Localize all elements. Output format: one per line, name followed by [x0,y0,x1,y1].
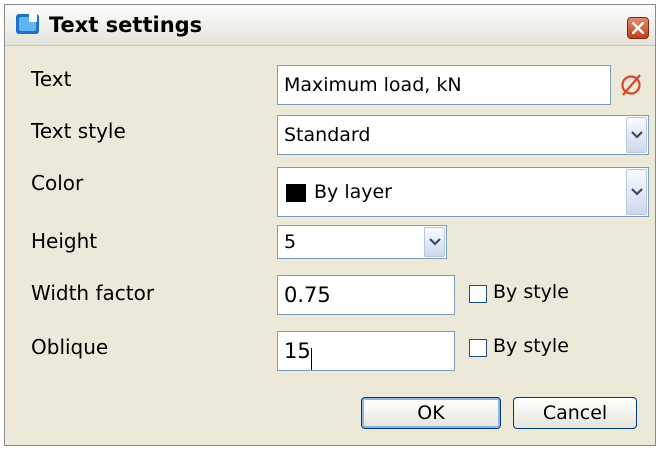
width-factor-label: Width factor [31,281,155,305]
text-cursor [311,348,312,370]
text-input[interactable]: Maximum load, kN [277,65,611,105]
oblique-by-style-checkbox[interactable] [469,339,487,357]
width-factor-by-style-label[interactable]: By style [493,281,569,303]
height-label: Height [31,229,98,253]
text-style-dropdown[interactable]: Standard [277,115,649,155]
color-label: Color [31,171,84,195]
width-factor-input[interactable]: 0.75 [277,275,455,315]
ok-button[interactable]: OK [361,397,501,429]
text-style-dropdown-button[interactable] [626,117,647,153]
oblique-input[interactable]: 15 [277,331,455,371]
color-dropdown-button[interactable] [626,169,647,215]
cancel-button[interactable]: Cancel [513,397,637,429]
text-label: Text [31,67,72,91]
width-factor-by-style-checkbox[interactable] [469,285,487,303]
title-bar[interactable]: Text settings [5,5,655,46]
chevron-down-icon [631,188,643,196]
height-dropdown-button[interactable] [424,227,445,257]
close-button[interactable] [627,17,649,39]
height-dropdown[interactable]: 5 [277,225,447,259]
color-swatch [286,184,306,202]
chevron-down-icon [631,131,643,139]
chevron-down-icon [429,238,441,246]
text-settings-dialog: Text settings Text Maximum load, kN Text… [4,4,656,446]
dialog-title: Text settings [49,13,203,37]
color-dropdown[interactable]: By layer [277,167,649,217]
oblique-label: Oblique [31,335,109,359]
oblique-by-style-label[interactable]: By style [493,335,569,357]
app-icon [16,14,39,34]
text-style-label: Text style [31,119,126,143]
clear-text-icon[interactable] [613,67,649,103]
close-icon [632,22,644,34]
